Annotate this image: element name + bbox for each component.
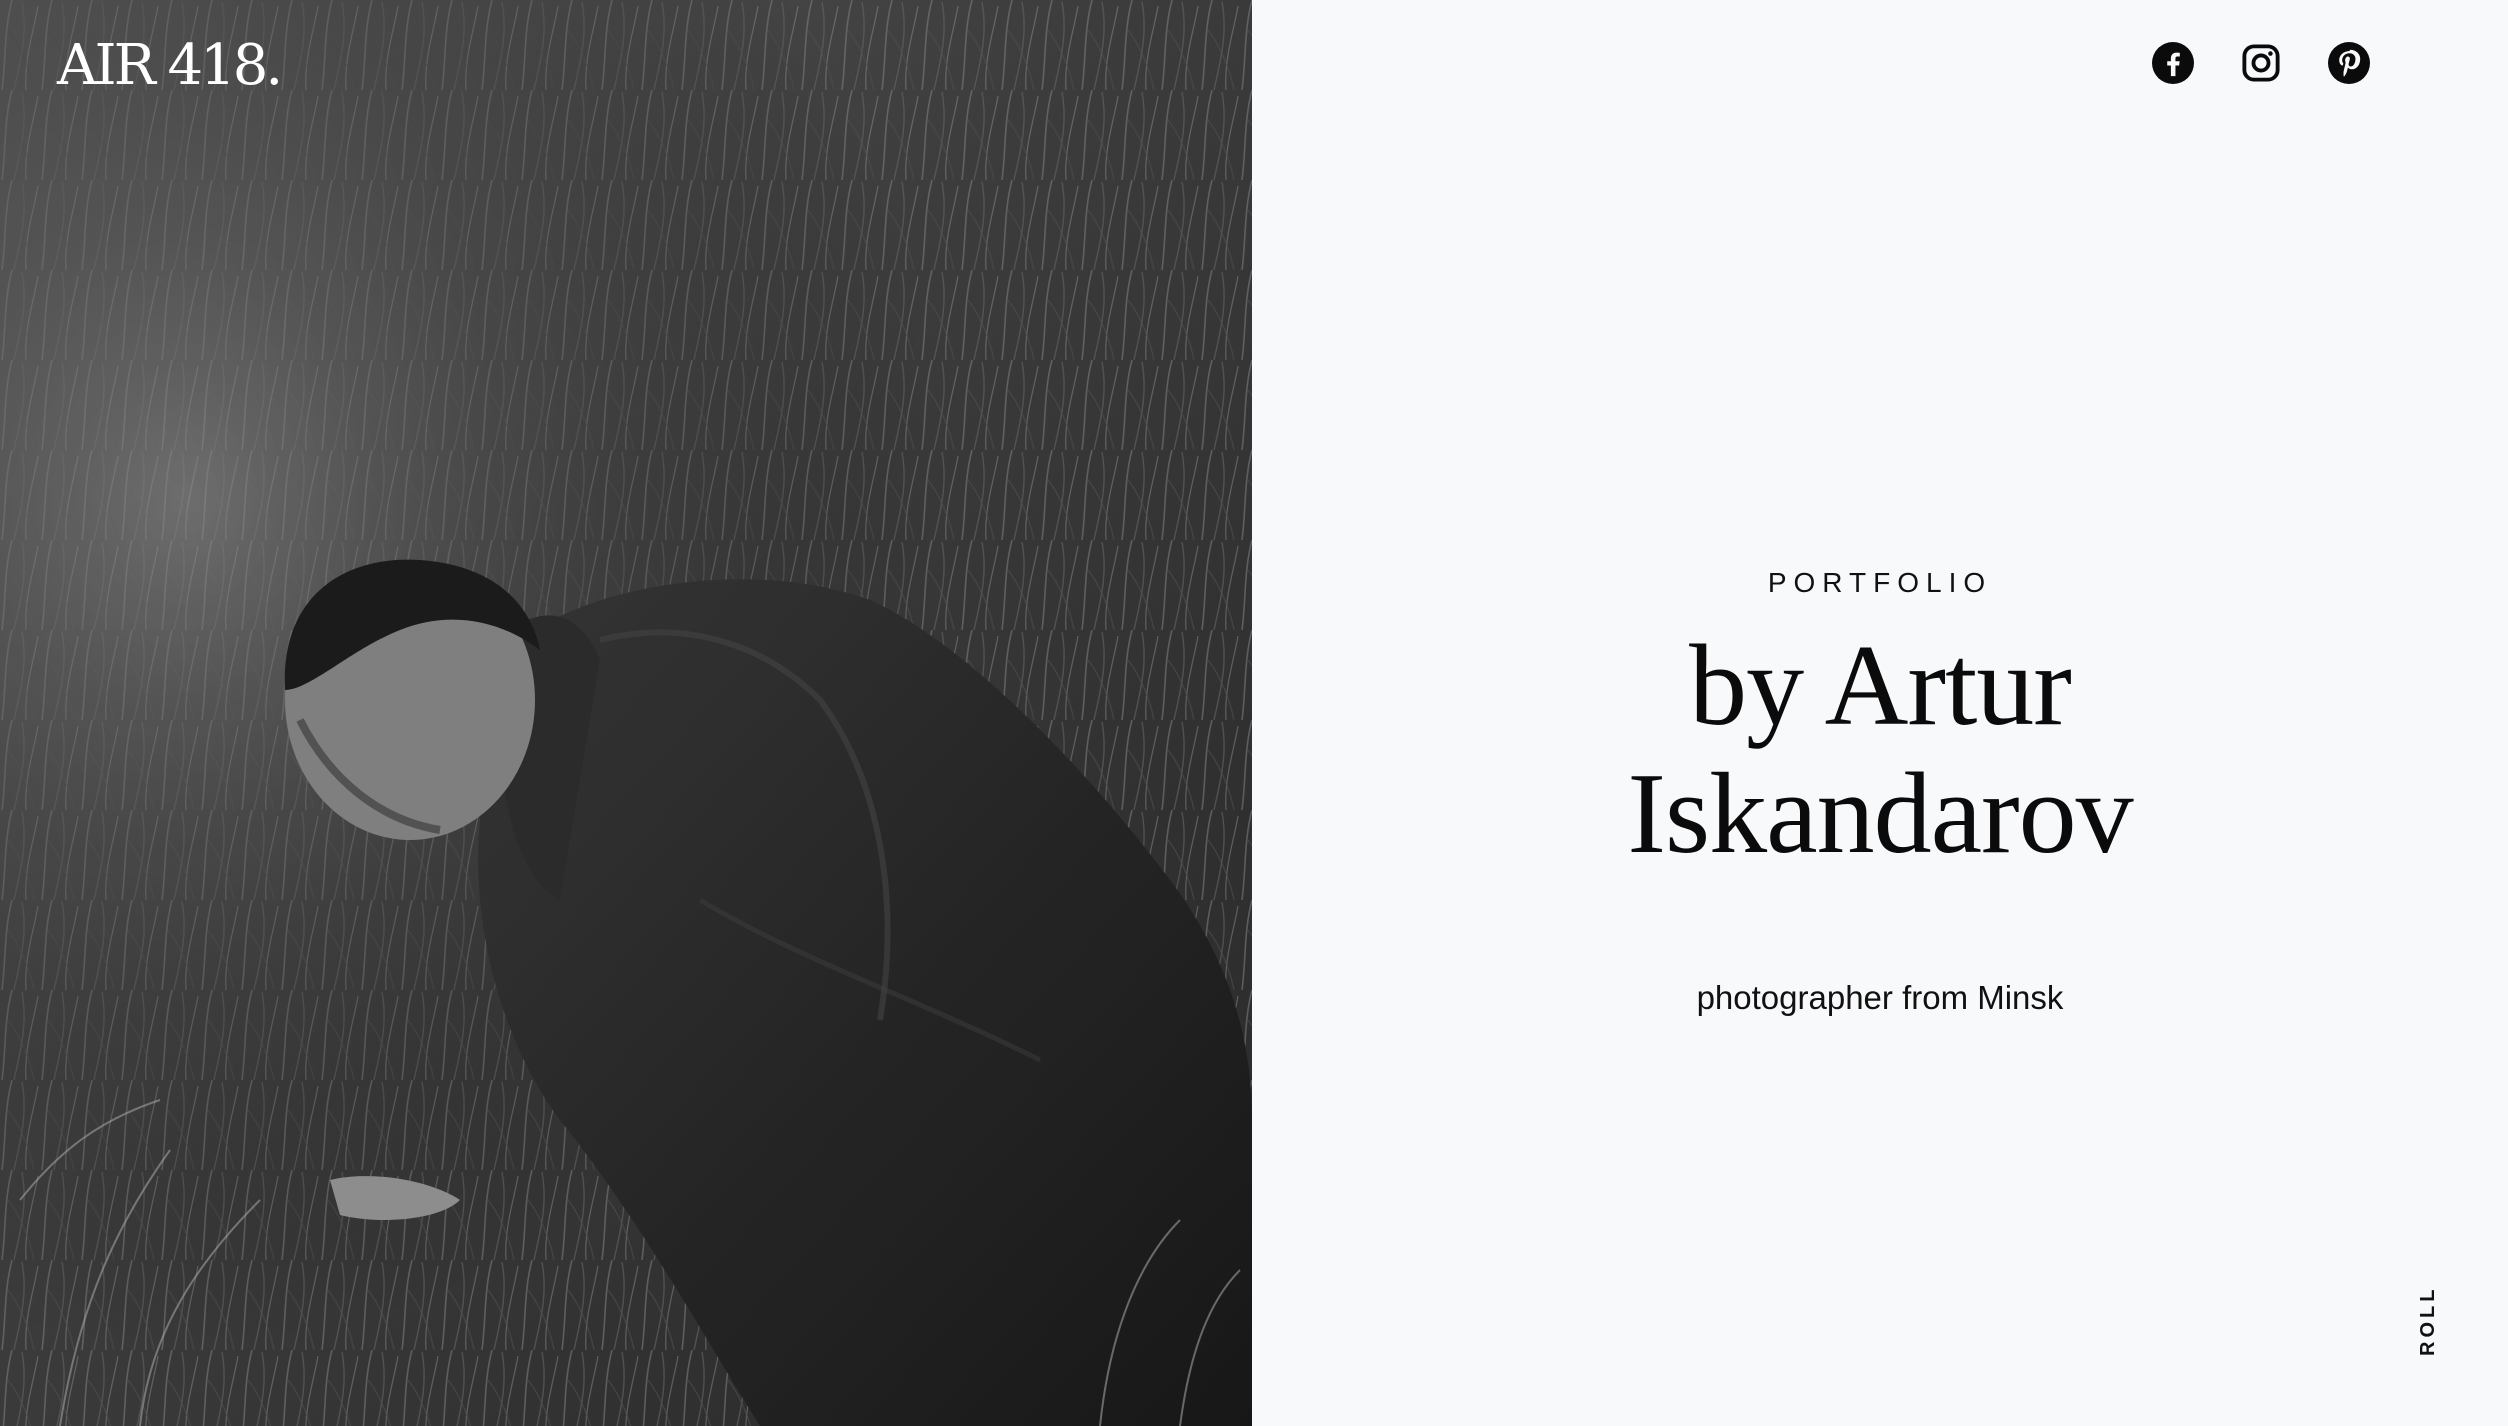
page: AIR 418. PORTFOLIO by Artur Iskandarov p… xyxy=(0,0,2508,1426)
facebook-icon xyxy=(2152,42,2194,84)
page-title: by Artur Iskandarov xyxy=(1500,622,2260,878)
instagram-icon xyxy=(2242,44,2280,82)
title-line-1: by Artur xyxy=(1689,621,2072,750)
hero-text: PORTFOLIO by Artur Iskandarov photograph… xyxy=(1252,566,2508,1017)
facebook-link[interactable] xyxy=(2152,42,2194,84)
pinterest-icon xyxy=(2328,42,2370,84)
pinterest-link[interactable] xyxy=(2328,42,2370,84)
content-panel: PORTFOLIO by Artur Iskandarov photograph… xyxy=(1252,0,2508,1426)
hero-photo: AIR 418. xyxy=(0,0,1252,1426)
scroll-hint[interactable]: ROLL xyxy=(2417,1286,2440,1356)
instagram-link[interactable] xyxy=(2240,42,2282,84)
hero-photo-image xyxy=(0,0,1252,1426)
eyebrow-label: PORTFOLIO xyxy=(1767,567,1993,598)
social-links xyxy=(2152,42,2370,84)
subtitle: photographer from Minsk xyxy=(1696,978,2064,1016)
title-line-2: Iskandarov xyxy=(1627,749,2133,878)
site-logo[interactable]: AIR 418. xyxy=(57,38,283,94)
